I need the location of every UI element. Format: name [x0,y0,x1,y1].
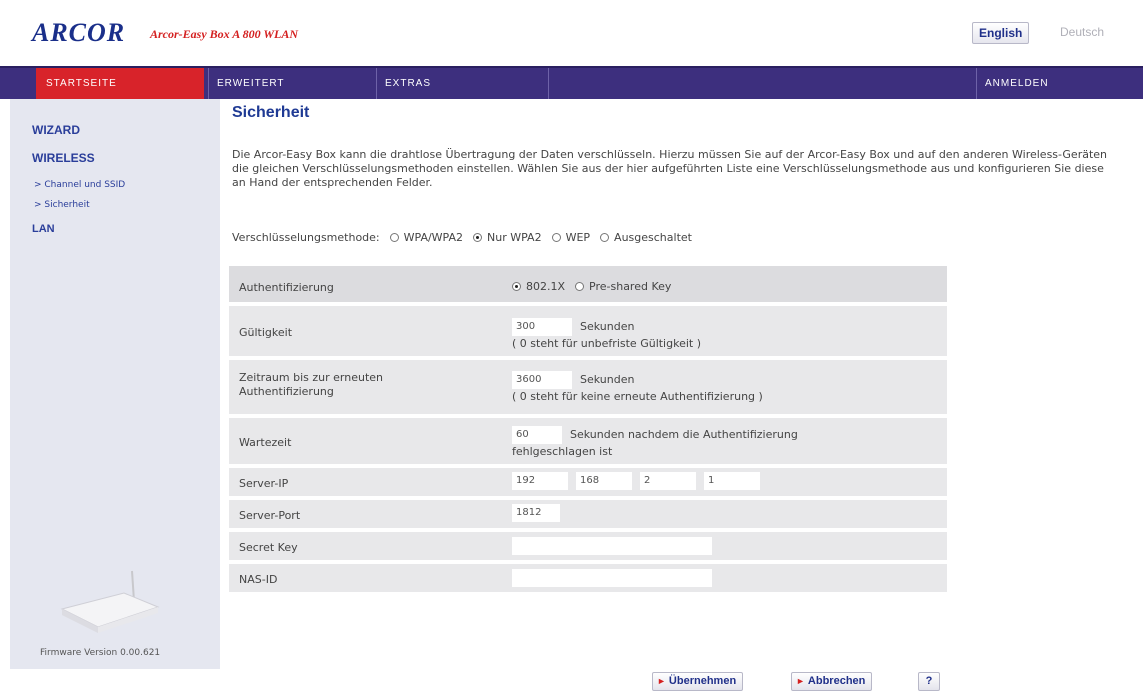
sidebar-item-channel-ssid[interactable]: > Channel und SSID [34,180,125,190]
abbrechen-button[interactable]: ► Abbrechen [791,672,873,691]
radio-icon[interactable] [575,282,585,291]
router-image [60,570,160,633]
encryption-method-label: Verschlüsselungsmethode: [232,230,380,244]
radio-selected-icon[interactable] [473,232,483,242]
serverip-octet-4[interactable]: 1 [704,472,760,490]
serverip-octet-1[interactable]: 192 [512,472,568,490]
arrow-icon: ► [657,676,666,686]
row-server-ip: Server-IP 192 168 2 1 [229,468,947,498]
secret-key-input[interactable] [512,537,712,555]
serverip-label: Server-IP [239,477,289,490]
sidebar-item-wizard[interactable]: WIZARD [32,123,80,137]
sidebar-item-sicherheit[interactable]: > Sicherheit [34,200,90,210]
sidebar-item-lan[interactable]: LAN [32,223,55,235]
uebernehmen-button[interactable]: ► Übernehmen [652,672,744,691]
sidebar-item-wireless[interactable]: WIRELESS [32,151,95,165]
serverip-octet-2[interactable]: 168 [576,472,632,490]
enc-option-wpa-wpa2[interactable]: WPA/WPA2 [389,231,463,244]
nav-divider [548,68,549,99]
nav-anmelden[interactable]: ANMELDEN [976,68,1143,99]
wartezeit-input[interactable]: 60 [512,426,562,444]
zeitraum-unit: Sekunden [580,373,635,386]
row-server-port: Server-Port 1812 [229,500,947,530]
row-authentifizierung: Authentifizierung 802.1X Pre-shared Key [229,266,947,304]
gueltigkeit-note: ( 0 steht für unbefriste Gültigkeit ) [512,337,701,350]
row-zeitraum: Zeitraum bis zur erneuten Authentifizier… [229,360,947,416]
wartezeit-note: fehlgeschlagen ist [512,445,613,458]
wartezeit-unit: Sekunden nachdem die Authentifizierung [570,428,798,441]
serverport-label: Server-Port [239,509,301,522]
nav-erweitert[interactable]: ERWEITERT [208,68,368,99]
nas-label: NAS-ID [239,573,278,586]
secret-label: Secret Key [239,541,298,554]
firmware-version: Firmware Version 0.00.621 [40,648,161,658]
nav-extras[interactable]: EXTRAS [376,68,544,99]
enc-option-ausgeschaltet[interactable]: Ausgeschaltet [600,231,692,244]
arrow-icon: ► [796,676,805,686]
main-nav: STARTSEITE ERWEITERT EXTRAS ANMELDEN [0,66,1143,99]
arcor-logo: ARCOR [32,18,126,47]
auth-options: 802.1X Pre-shared Key [512,279,681,294]
radio-icon[interactable] [389,232,399,242]
auth-option-psk[interactable]: Pre-shared Key [575,279,671,294]
header: ARCOR Arcor-Easy Box A 800 WLAN English … [0,0,1143,66]
wartezeit-label: Wartezeit [239,436,292,449]
sidebar: WIZARD WIRELESS > Channel und SSID > Sic… [0,99,220,669]
intro-text: Die Arcor-Easy Box kann die drahtlose Üb… [232,148,1108,189]
enc-option-wep[interactable]: WEP [551,231,590,244]
row-nas-id: NAS-ID [229,564,947,594]
zeitraum-note: ( 0 steht für keine erneute Authentifizi… [512,390,763,403]
row-secret-key: Secret Key [229,532,947,562]
gueltigkeit-unit: Sekunden [580,320,635,333]
product-name: Arcor-Easy Box A 800 WLAN [150,27,299,41]
auth-option-8021x[interactable]: 802.1X [512,279,565,294]
language-english-button[interactable]: English [972,22,1030,44]
zeitraum-label: Zeitraum bis zur erneuten Authentifizier… [239,371,384,398]
security-form: Authentifizierung 802.1X Pre-shared Key … [229,266,947,606]
gueltigkeit-input[interactable]: 300 [512,318,572,336]
nav-startseite[interactable]: STARTSEITE [36,68,204,99]
radio-icon[interactable] [551,232,561,242]
help-button[interactable]: ? [918,672,940,691]
encryption-method-row: Verschlüsselungsmethode: WPA/WPA2 Nur WP… [232,229,692,245]
enc-option-nur-wpa2[interactable]: Nur WPA2 [473,231,542,244]
language-deutsch-button[interactable]: Deutsch [1054,22,1110,44]
serverip-octet-3[interactable]: 2 [640,472,696,490]
zeitraum-input[interactable]: 3600 [512,371,572,389]
nas-id-input[interactable] [512,569,712,587]
serverport-input[interactable]: 1812 [512,504,560,522]
row-gueltigkeit: Gültigkeit 300 Sekunden ( 0 steht für unb… [229,306,947,358]
radio-icon[interactable] [600,232,610,242]
page-title: Sicherheit [232,104,310,121]
row-wartezeit: Wartezeit 60 Sekunden nachdem die Authent… [229,418,947,466]
radio-selected-icon[interactable] [512,282,521,291]
auth-label: Authentifizierung [239,281,334,294]
gueltigkeit-label: Gültigkeit [239,326,293,339]
